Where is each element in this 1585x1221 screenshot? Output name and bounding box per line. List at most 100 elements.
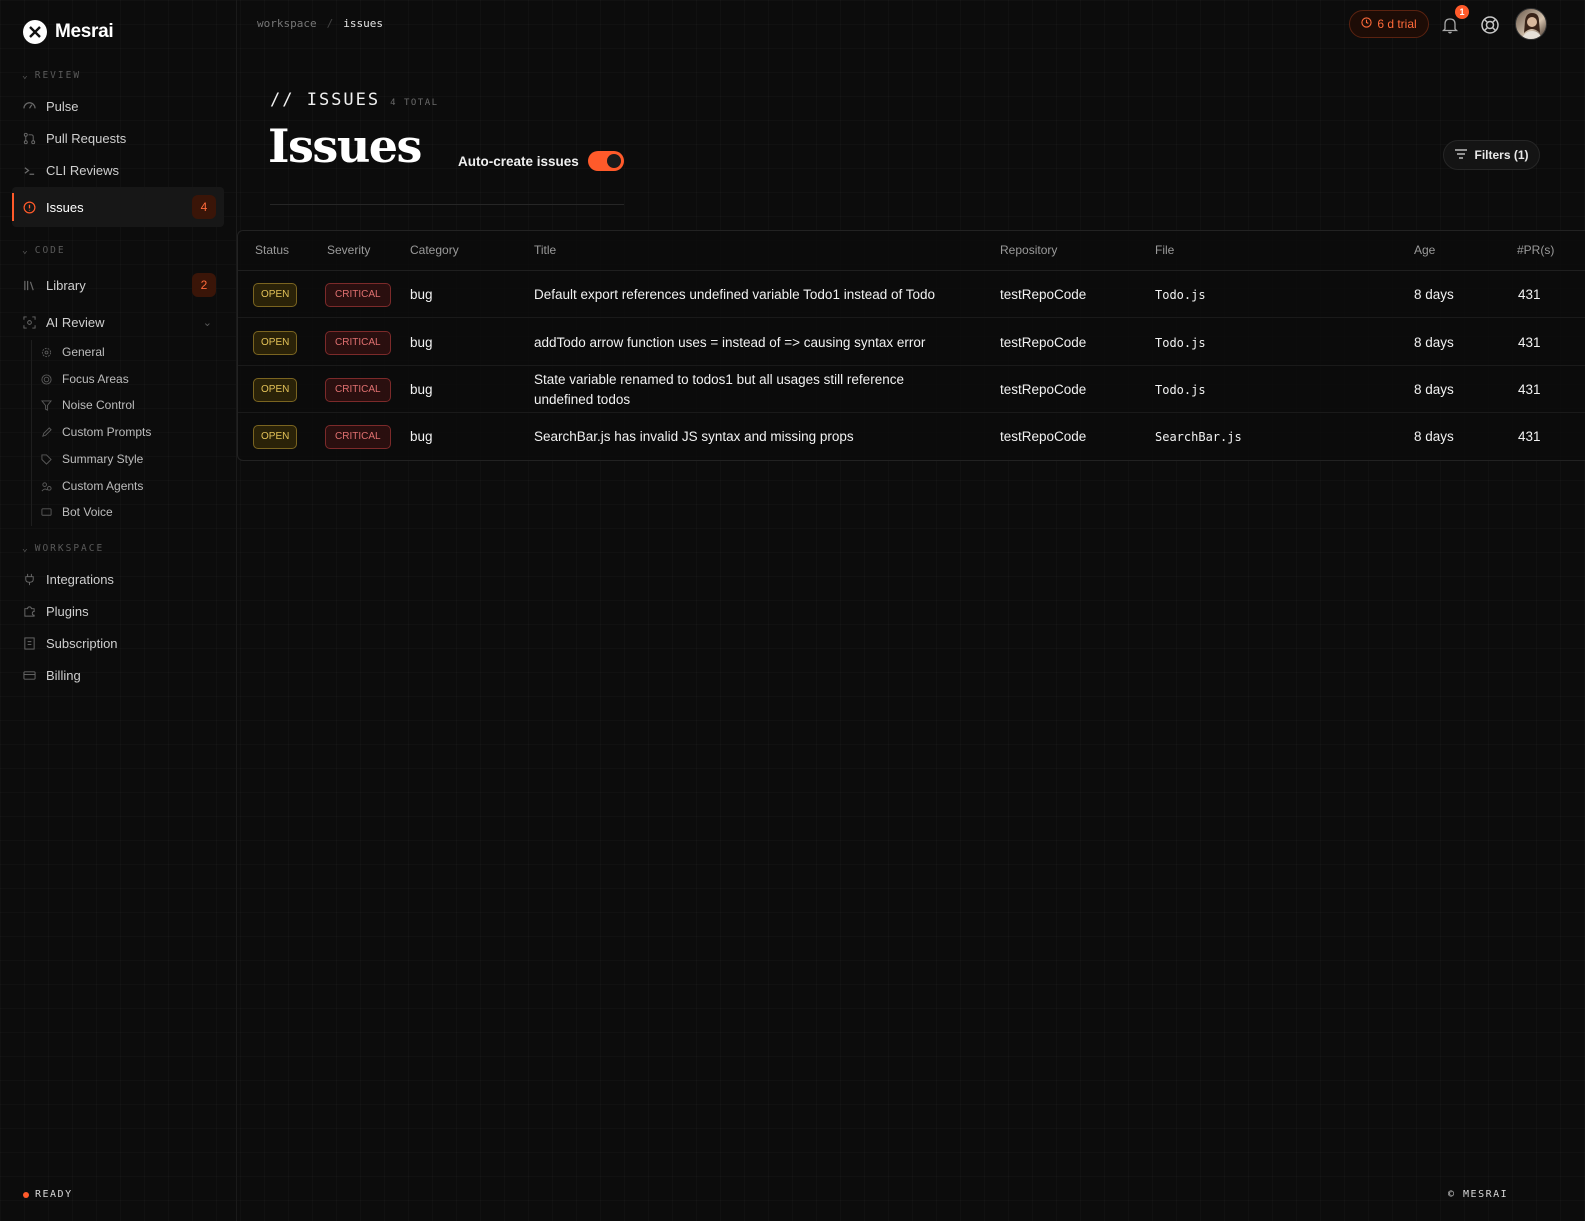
sidebar-item-label: Pull Requests — [46, 130, 127, 146]
table-row[interactable]: OPEN CRITICAL bug State variable renamed… — [238, 366, 1585, 413]
agents-icon — [40, 480, 52, 492]
breadcrumb: workspace / issues — [257, 17, 383, 30]
filters-label: Filters (1) — [1474, 148, 1529, 162]
plug-icon — [22, 572, 36, 586]
breadcrumb-separator: / — [326, 17, 334, 30]
sidebar-subitem-noise-control[interactable]: Noise Control — [40, 393, 135, 417]
prs-cell[interactable]: 431 — [1518, 319, 1541, 366]
severity-badge: CRITICAL — [325, 424, 391, 449]
repository-cell: testRepoCode — [1000, 287, 1087, 302]
prs-cell[interactable]: 431 — [1518, 413, 1541, 460]
column-header-status[interactable]: Status — [255, 243, 289, 257]
auto-create-toggle[interactable] — [587, 151, 624, 171]
sidebar-item-ai-review[interactable]: AI Review ⌄ — [12, 307, 224, 337]
title-cell[interactable]: addTodo arrow function uses = instead of… — [534, 319, 974, 366]
section-workspace[interactable]: ⌄ WORKSPACE — [22, 543, 104, 554]
sidebar-item-label: Issues — [46, 199, 84, 215]
sidebar-item-label: Integrations — [46, 571, 114, 587]
table-row[interactable]: OPEN CRITICAL bug addTodo arrow function… — [238, 319, 1585, 366]
sidebar-subitem-label: Focus Areas — [62, 372, 129, 386]
sidebar-item-issues[interactable]: Issues 4 — [12, 187, 224, 227]
issues-table: Status Severity Category Title Repositor… — [237, 230, 1585, 461]
breadcrumb-root[interactable]: workspace — [257, 17, 317, 30]
title-cell[interactable]: State variable renamed to todos1 but all… — [534, 366, 944, 413]
sidebar-item-pulse[interactable]: Pulse — [12, 91, 224, 121]
section-label: REVIEW — [34, 70, 82, 81]
filters-button[interactable]: Filters (1) — [1443, 140, 1540, 170]
sidebar-item-plugins[interactable]: Plugins — [12, 596, 224, 626]
section-code[interactable]: ⌄ CODE — [22, 245, 66, 256]
user-avatar[interactable] — [1515, 8, 1547, 40]
status-indicator: READY — [23, 1189, 73, 1200]
severity-badge: CRITICAL — [325, 377, 391, 402]
file-cell[interactable]: Todo.js — [1155, 366, 1206, 413]
category-cell: bug — [410, 382, 433, 397]
library-count-badge: 2 — [192, 273, 216, 297]
section-label: WORKSPACE — [34, 543, 105, 554]
sidebar-item-label: CLI Reviews — [46, 162, 119, 178]
chevron-down-icon[interactable]: ⌄ — [203, 316, 212, 329]
sidebar-item-label: Plugins — [46, 603, 89, 619]
column-header-title[interactable]: Title — [534, 243, 556, 257]
terminal-icon — [22, 163, 36, 177]
sidebar-item-pull-requests[interactable]: Pull Requests — [12, 123, 224, 153]
trial-label: 6 d trial — [1377, 17, 1417, 31]
sidebar-item-label: Library — [46, 277, 86, 293]
age-cell: 8 days — [1414, 429, 1454, 444]
column-header-file[interactable]: File — [1155, 243, 1174, 257]
file-cell[interactable]: SearchBar.js — [1155, 413, 1242, 460]
header-divider — [270, 204, 624, 205]
table-row[interactable]: OPEN CRITICAL bug SearchBar.js has inval… — [238, 413, 1585, 460]
brand-logo[interactable]: Mesrai — [23, 20, 114, 44]
sidebar-subitem-label: Summary Style — [62, 452, 144, 466]
column-header-repository[interactable]: Repository — [1000, 243, 1057, 257]
prs-cell[interactable]: 431 — [1518, 366, 1541, 413]
title-cell[interactable]: Default export references undefined vari… — [534, 271, 974, 318]
sidebar-subitem-custom-prompts[interactable]: Custom Prompts — [40, 420, 151, 444]
prs-cell[interactable]: 431 — [1518, 271, 1541, 318]
target-icon — [40, 373, 52, 385]
trial-badge[interactable]: 6 d trial — [1349, 10, 1429, 38]
sidebar-subitem-bot-voice[interactable]: Bot Voice — [40, 500, 113, 524]
category-cell: bug — [410, 429, 433, 444]
status-badge: OPEN — [253, 424, 298, 449]
sidebar-subitem-label: General — [62, 345, 105, 359]
sidebar-subitem-custom-agents[interactable]: Custom Agents — [40, 474, 143, 498]
column-header-age[interactable]: Age — [1414, 243, 1435, 257]
sidebar-item-library[interactable]: Library 2 — [12, 270, 224, 300]
title-cell[interactable]: SearchBar.js has invalid JS syntax and m… — [534, 413, 974, 460]
status-badge: OPEN — [253, 282, 298, 307]
sidebar-subitem-summary-style[interactable]: Summary Style — [40, 447, 143, 471]
column-header-severity[interactable]: Severity — [327, 243, 370, 257]
section-review[interactable]: ⌄ REVIEW — [22, 70, 81, 81]
sidebar-subitem-focus-areas[interactable]: Focus Areas — [40, 367, 129, 391]
column-header-category[interactable]: Category — [410, 243, 459, 257]
repository-cell: testRepoCode — [1000, 429, 1087, 444]
credit-card-icon — [22, 668, 36, 682]
repository-cell: testRepoCode — [1000, 382, 1087, 397]
file-cell[interactable]: Todo.js — [1155, 271, 1206, 318]
status-dot-icon — [23, 1191, 29, 1198]
column-header-prs[interactable]: #PR(s) — [1517, 243, 1554, 257]
severity-badge: CRITICAL — [325, 330, 391, 355]
repository-cell: testRepoCode — [1000, 335, 1087, 350]
receipt-icon — [22, 636, 36, 650]
puzzle-icon — [22, 604, 36, 618]
table-row[interactable]: OPEN CRITICAL bug Default export referen… — [238, 271, 1585, 318]
sidebar-item-subscription[interactable]: Subscription — [12, 628, 224, 658]
sidebar-item-integrations[interactable]: Integrations — [12, 564, 224, 594]
pen-icon — [40, 426, 52, 438]
subtree-line — [31, 340, 32, 526]
auto-create-label: Auto-create issues — [458, 153, 579, 169]
help-lifebuoy-icon[interactable] — [1479, 14, 1501, 36]
pull-request-icon — [22, 131, 36, 145]
sidebar-subitem-general[interactable]: General — [40, 340, 105, 364]
page-kicker: // ISSUES 4 TOTAL — [270, 90, 439, 110]
sidebar-item-billing[interactable]: Billing — [12, 660, 224, 690]
notification-count-badge: 1 — [1455, 5, 1469, 19]
sidebar-item-cli-reviews[interactable]: CLI Reviews — [12, 155, 224, 185]
file-cell[interactable]: Todo.js — [1155, 319, 1206, 366]
sidebar-subitem-label: Custom Prompts — [62, 425, 152, 439]
sidebar-item-label: Pulse — [46, 98, 79, 114]
gear-icon — [40, 346, 52, 358]
